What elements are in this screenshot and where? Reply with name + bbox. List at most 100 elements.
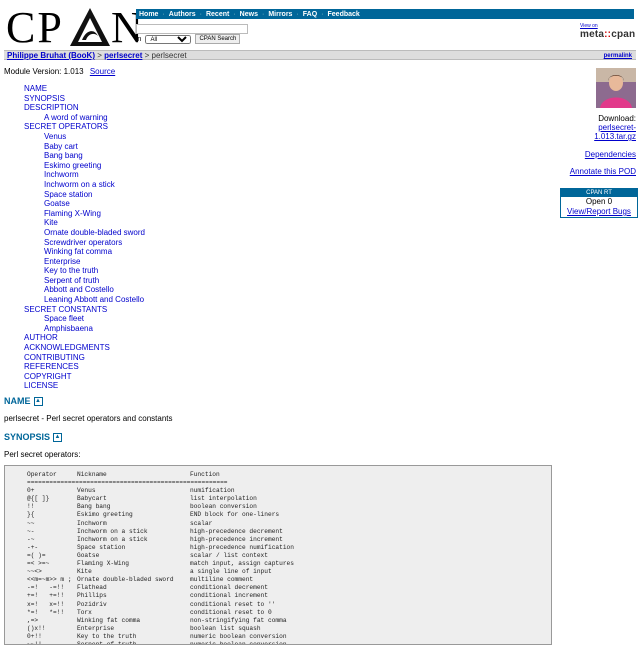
toc-item[interactable]: DESCRIPTION (24, 103, 145, 113)
annotate-block: Annotate this POD (570, 167, 636, 176)
toc-item[interactable]: A word of warning (24, 113, 145, 123)
nav-separator: · (162, 10, 165, 18)
code-cell: END block for one-liners (190, 511, 280, 519)
metacpan-logo: meta::cpan (580, 29, 636, 40)
code-cell: ~- (27, 527, 35, 535)
nav-feedback[interactable]: Feedback (328, 11, 360, 18)
code-cell: Winking fat comma (77, 616, 141, 624)
code-cell: Flaming X-Wing (77, 560, 129, 568)
toc-item[interactable]: AUTHOR (24, 333, 145, 343)
toc-item[interactable]: Venus (24, 132, 145, 142)
code-line: -=! -=!! Flathead conditional decrement (27, 584, 551, 592)
search-scope-select[interactable]: All (145, 34, 192, 44)
code-line: ()x!! Enterprise boolean list squash (27, 625, 551, 633)
logo-text-left: CP (6, 3, 64, 52)
toc-item[interactable]: SYNOPSIS (24, 94, 145, 104)
code-cell: Enterprise (77, 624, 115, 632)
metacpan-link[interactable]: View on meta::cpan (580, 23, 635, 40)
toc-item[interactable]: Serpent of truth (24, 276, 145, 286)
cpan-rt-open-count: Open 0 (585, 197, 613, 206)
synopsis-heading: SYNOPSIS ▲ (4, 432, 63, 442)
code-cell: <<m=~m>> m ; (27, 576, 72, 584)
code-cell: Inchworm on a stick (77, 535, 148, 543)
toc-item[interactable]: Inchworm on a stick (24, 180, 145, 190)
toc-item[interactable]: Baby cart (24, 142, 145, 152)
toc-item[interactable]: CONTRIBUTING (24, 353, 145, 363)
code-cell: Eskimo greeting (77, 511, 133, 519)
toc-item[interactable]: Leaning Abbott and Costello (24, 295, 145, 305)
search-controls: in All CPAN Search (136, 34, 241, 44)
code-cell: boolean list squash (190, 624, 261, 632)
code-cell: +=! +=!! (27, 592, 65, 600)
code-cell: =( )= (27, 551, 46, 559)
toc-item[interactable]: Flaming X-Wing (24, 209, 145, 219)
toc-item[interactable]: Kite (24, 218, 145, 228)
code-cell: match input, assign captures (190, 560, 294, 568)
source-link[interactable]: Source (90, 67, 115, 76)
toc-item[interactable]: Goatse (24, 199, 145, 209)
toc-item[interactable]: ACKNOWLEDGMENTS (24, 343, 145, 353)
nav-home[interactable]: Home (139, 11, 158, 18)
toc-item[interactable]: COPYRIGHT (24, 372, 145, 382)
toc-item[interactable]: Winking fat comma (24, 247, 145, 257)
back-to-top-icon[interactable]: ▲ (33, 396, 43, 406)
toc-item[interactable]: Space fleet (24, 314, 145, 324)
download-link[interactable]: perlsecret- 1.013.tar.gz (594, 123, 636, 141)
dependencies-block: Dependencies (585, 150, 636, 159)
nav-separator: · (321, 10, 324, 18)
toc-item[interactable]: Ornate double-bladed sword (24, 228, 145, 238)
search-input[interactable] (136, 24, 248, 34)
toc-item[interactable]: Inchworm (24, 170, 145, 180)
code-cell: high-precedence decrement (190, 527, 283, 535)
code-cell: Bang bang (77, 503, 111, 511)
cpan-search-button[interactable]: CPAN Search (195, 34, 241, 44)
code-line: +=! +=!! Phillips conditional increment (27, 592, 551, 600)
toc-item[interactable]: Enterprise (24, 257, 145, 267)
code-cell: Operator (27, 471, 57, 478)
toc-item[interactable]: SECRET OPERATORS (24, 122, 145, 132)
toc-item[interactable]: NAME (24, 84, 145, 94)
code-cell: conditional decrement (190, 584, 268, 592)
nav-news[interactable]: News (240, 11, 258, 18)
nav-faq[interactable]: FAQ (303, 11, 317, 18)
toc-item[interactable]: SECRET CONSTANTS (24, 305, 145, 315)
toc-item[interactable]: Abbott and Costello (24, 285, 145, 295)
toc-item[interactable]: Screwdriver operators (24, 238, 145, 248)
dependencies-link[interactable]: Dependencies (585, 150, 636, 159)
breadcrumb: Philippe Bruhat (BooK) > perlsecret > pe… (4, 50, 636, 60)
back-to-top-icon[interactable]: ▲ (53, 432, 63, 442)
code-cell: list interpolation (190, 495, 257, 503)
name-heading-text: NAME (4, 396, 31, 406)
nav-recent[interactable]: Recent (206, 11, 229, 18)
toc-item[interactable]: Space station (24, 190, 145, 200)
code-cell: ~~ (27, 519, 35, 527)
code-cell: Inchworm (77, 519, 107, 527)
nav-separator: · (261, 10, 265, 18)
toc-item[interactable]: LICENSE (24, 381, 145, 391)
breadcrumb-distribution[interactable]: perlsecret (104, 51, 142, 60)
nav-authors[interactable]: Authors (169, 11, 196, 18)
permalink-link[interactable]: permalink (604, 51, 632, 61)
download-label: Download: (598, 114, 636, 123)
code-cell: Nickname (77, 471, 107, 478)
annotate-pod-link[interactable]: Annotate this POD (570, 167, 636, 176)
toc-item[interactable]: Amphisbaena (24, 324, 145, 334)
code-line: -+- Space station high-precedence numifica… (27, 544, 551, 552)
toc-item[interactable]: Eskimo greeting (24, 161, 145, 171)
code-line: !! Bang bang boolean conversion (27, 503, 551, 511)
code-cell: =< >=~ (27, 560, 50, 568)
code-cell: Goatse (77, 551, 100, 559)
view-report-bugs-link[interactable]: View/Report Bugs (567, 207, 631, 216)
toc-item[interactable]: REFERENCES (24, 362, 145, 372)
code-cell: -+- (27, 543, 39, 551)
toc-item[interactable]: Key to the truth (24, 266, 145, 276)
nav-mirrors[interactable]: Mirrors (268, 11, 292, 18)
code-cell: scalar / list context (190, 551, 268, 559)
code-cell: Babycart (77, 495, 107, 503)
code-rule: ========================================… (27, 479, 228, 487)
code-line: ,=> Winking fat comma non-stringifying fat… (27, 617, 551, 625)
code-cell: -=! -=!! (27, 584, 65, 592)
toc-item[interactable]: Bang bang (24, 151, 145, 161)
code-line: =< >=~ Flaming X-Wing match input, assign … (27, 560, 551, 568)
breadcrumb-author[interactable]: Philippe Bruhat (BooK) (7, 51, 95, 60)
